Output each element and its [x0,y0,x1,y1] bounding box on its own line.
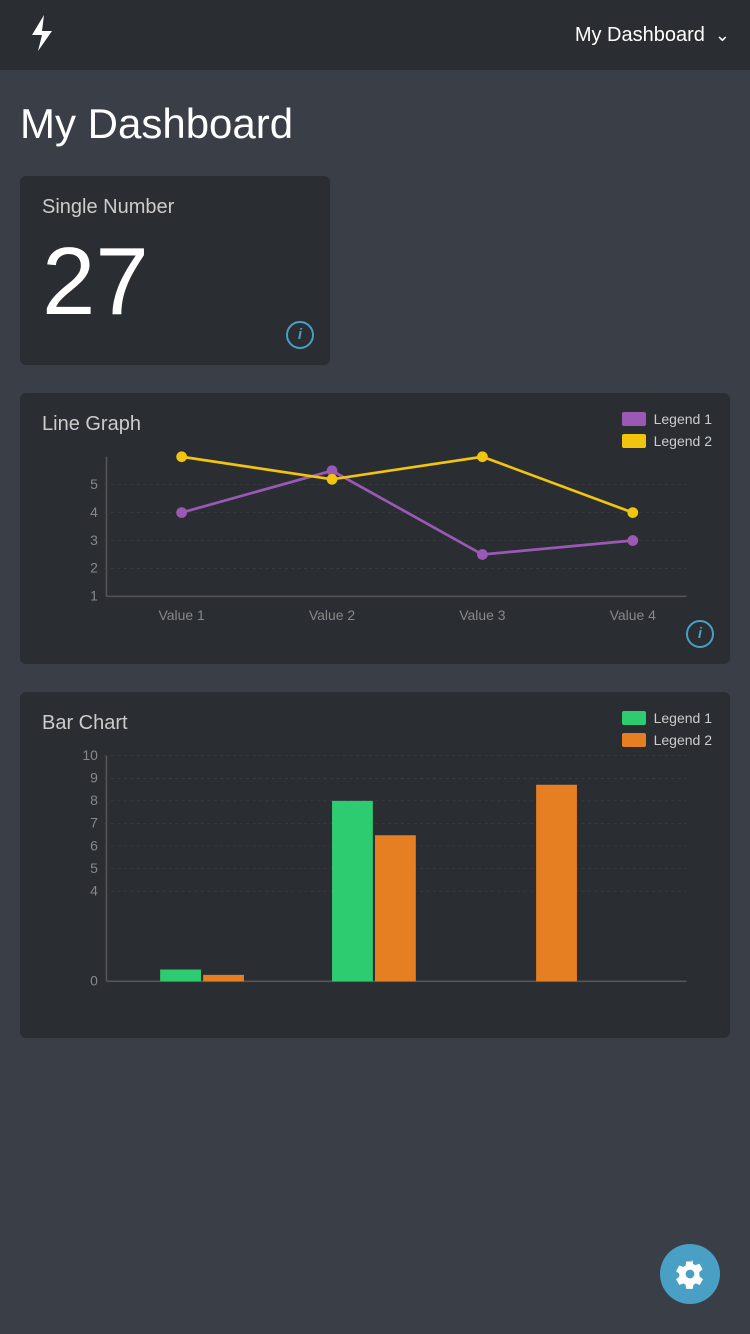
logo [20,11,64,60]
line-graph-area: 1 2 3 4 5 Value 1 Value 2 Value 3 Value … [42,446,708,644]
page-title: My Dashboard [20,100,730,148]
svg-text:8: 8 [90,792,98,808]
line-graph-info-icon[interactable]: i [686,620,714,648]
legend-label-1: Legend 1 [654,411,712,427]
legend-item-1: Legend 1 [622,411,712,427]
bar-chart-svg: 0 4 5 6 7 8 9 10 [42,745,708,1014]
settings-fab[interactable] [660,1244,720,1304]
svg-text:4: 4 [90,882,98,898]
svg-text:0: 0 [90,973,98,989]
svg-text:Value 4: Value 4 [610,607,657,623]
svg-text:7: 7 [90,815,98,831]
svg-text:Value 3: Value 3 [459,607,506,623]
svg-text:4: 4 [90,503,98,519]
svg-text:1: 1 [90,587,98,603]
bar-s2-c3 [536,785,577,982]
line-graph-card: Line Graph Legend 1 Legend 2 1 [20,393,730,664]
svg-text:5: 5 [90,476,98,492]
page-content: My Dashboard Single Number 27 i Line Gra… [0,70,750,1096]
bar-legend-color-1 [622,711,646,725]
svg-text:3: 3 [90,531,98,547]
bar-chart-card: Bar Chart Legend 1 Legend 2 0 4 [20,692,730,1039]
svg-text:Value 2: Value 2 [309,607,356,623]
bar-chart-legend: Legend 1 Legend 2 [622,710,712,748]
header-title: My Dashboard [575,24,705,47]
line-graph-title: Line Graph [42,413,708,436]
info-icon[interactable]: i [286,321,314,349]
bar-s2-c1 [203,975,244,981]
single-number-title: Single Number [42,196,308,219]
bar-s2-c2 [375,835,416,981]
svg-text:9: 9 [90,770,98,786]
gear-icon [675,1259,705,1289]
bar-s1-c2 [332,801,373,981]
bar-s1-c1 [160,969,201,981]
svg-text:10: 10 [82,747,98,763]
single-number-value: 27 [42,229,308,335]
chevron-down-icon: ⌄ [715,25,730,46]
svg-text:6: 6 [90,837,98,853]
legend-color-1 [622,412,646,426]
svg-text:Value 1: Value 1 [159,607,206,623]
bar-legend-label-1: Legend 1 [654,710,712,726]
bar-legend-item-1: Legend 1 [622,710,712,726]
single-number-card: Single Number 27 i [20,176,330,365]
line-graph-legend: Legend 1 Legend 2 [622,411,712,449]
line-graph-svg: 1 2 3 4 5 Value 1 Value 2 Value 3 Value … [42,446,708,639]
header-title-area[interactable]: My Dashboard ⌄ [575,24,730,47]
svg-text:5: 5 [90,860,98,876]
app-header: My Dashboard ⌄ [0,0,750,70]
bar-chart-title: Bar Chart [42,712,708,735]
svg-text:2: 2 [90,559,98,575]
bar-chart-area: 0 4 5 6 7 8 9 10 [42,745,708,1019]
